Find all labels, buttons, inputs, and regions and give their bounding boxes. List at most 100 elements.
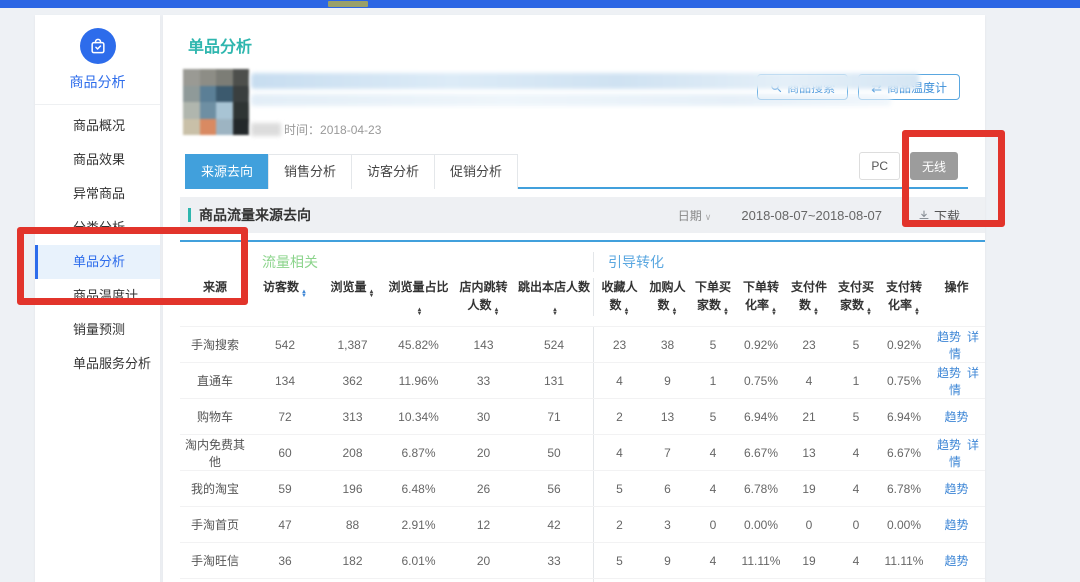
tab-1[interactable]: 销售分析	[268, 154, 351, 189]
cell-paid_items: 23	[786, 338, 832, 352]
cell-cart_adds: 13	[645, 410, 690, 424]
table-row: 手淘首页47882.91%12422300.00%000.00%趋势	[180, 506, 985, 542]
sort-arrows-icon[interactable]: ▲▼	[672, 308, 678, 316]
cell-paid_items: 21	[786, 410, 832, 424]
cell-paid_rate: 6.94%	[880, 410, 928, 424]
cell-views: 313	[320, 410, 385, 424]
cell-order_rate: 6.94%	[736, 410, 786, 424]
cell-views: 182	[320, 554, 385, 568]
column-header-order_buyers[interactable]: 下单买家数▲▼	[690, 278, 736, 316]
column-header-favorites[interactable]: 收藏人数▲▼	[593, 278, 645, 316]
cell-favorites: 23	[593, 327, 645, 362]
cell-paid_buyers: 4	[832, 446, 880, 460]
sidebar-item-0[interactable]: 商品概况	[35, 109, 160, 143]
tab-3[interactable]: 促销分析	[434, 154, 518, 189]
column-header-order_rate[interactable]: 下单转化率▲▼	[736, 278, 786, 316]
browser-tab-chip	[328, 1, 368, 7]
sidebar-item-2[interactable]: 异常商品	[35, 177, 160, 211]
action-link-趋势[interactable]: 趋势	[944, 410, 968, 424]
cell-order_rate: 11.11%	[736, 554, 786, 568]
sort-arrows-icon[interactable]: ▲▼	[866, 308, 872, 316]
date-label: 时间：	[284, 121, 320, 138]
sort-arrows-icon[interactable]: ▲▼	[914, 308, 920, 316]
column-header-cart_adds[interactable]: 加购人数▲▼	[645, 278, 690, 316]
column-header-views[interactable]: 浏览量▲▼	[320, 278, 385, 316]
cell-bounce: 131	[515, 374, 593, 388]
column-header-view_ratio[interactable]: 浏览量占比▲▼	[385, 278, 452, 316]
cell-bounce: 71	[515, 410, 593, 424]
blurred-date-label	[251, 123, 281, 136]
download-link[interactable]: 下载	[918, 206, 960, 225]
sidebar-item-5[interactable]: 商品温度计	[35, 279, 160, 313]
sidebar-item-7[interactable]: 单品服务分析	[35, 347, 160, 381]
action-link-趋势[interactable]: 趋势	[944, 518, 968, 532]
tab-0[interactable]: 来源去向	[185, 154, 268, 189]
sidebar-menu: 商品概况商品效果异常商品分类分析单品分析商品温度计销量预测单品服务分析	[35, 105, 160, 381]
cell-favorites: 4	[593, 435, 645, 470]
cell-favorites: 4	[593, 363, 645, 398]
action-link-趋势[interactable]: 趋势	[937, 438, 961, 452]
table-row: 手淘其他店铺商品24882.91%8232000.00%000.00%趋势详情	[180, 578, 985, 582]
cell-bounce: 524	[515, 338, 593, 352]
cell-order_rate: 0.92%	[736, 338, 786, 352]
cell-actions: 趋势	[928, 552, 985, 569]
cell-in_shop_jump: 26	[452, 482, 515, 496]
sidebar-item-3[interactable]: 分类分析	[35, 211, 160, 245]
sidebar-item-4[interactable]: 单品分析	[35, 245, 160, 279]
sidebar-item-1[interactable]: 商品效果	[35, 143, 160, 177]
date-value: 2018-04-23	[320, 123, 381, 137]
cell-order_rate: 6.67%	[736, 446, 786, 460]
sort-arrows-icon[interactable]: ▲▼	[723, 308, 729, 316]
sort-arrows-icon[interactable]: ▲▼	[624, 308, 630, 316]
page-title: 单品分析	[188, 33, 985, 57]
column-header-paid_items[interactable]: 支付件数▲▼	[786, 278, 832, 316]
cell-in_shop_jump: 12	[452, 518, 515, 532]
action-link-趋势[interactable]: 趋势	[937, 330, 961, 344]
cell-visitors: 47	[250, 518, 320, 532]
cell-order_rate: 0.75%	[736, 374, 786, 388]
column-header-actions: 操作	[928, 278, 985, 316]
product-meta: 时间： 2018-04-23	[251, 69, 919, 138]
browser-top-strip	[0, 0, 1080, 8]
traffic-source-table: 流量相关 引导转化 来源访客数▲▼浏览量▲▼浏览量占比▲▼店内跳转人数▲▼跳出本…	[180, 240, 985, 582]
date-filter-dropdown[interactable]: 日期∨	[678, 207, 712, 224]
cell-paid_items: 19	[786, 554, 832, 568]
sort-arrows-icon[interactable]: ▲▼	[813, 308, 819, 316]
column-header-source: 来源	[180, 278, 250, 316]
column-header-visitors[interactable]: 访客数▲▼	[250, 278, 320, 316]
chevron-down-icon: ∨	[705, 212, 712, 222]
cell-paid_buyers: 0	[832, 518, 880, 532]
table-row: 我的淘宝591966.48%26565646.78%1946.78%趋势	[180, 470, 985, 506]
table-header-row: 来源访客数▲▼浏览量▲▼浏览量占比▲▼店内跳转人数▲▼跳出本店人数▲▼收藏人数▲…	[180, 272, 985, 326]
sidebar-item-6[interactable]: 销量预测	[35, 313, 160, 347]
cell-paid_rate: 0.92%	[880, 338, 928, 352]
pc-toggle-button[interactable]: PC	[859, 152, 900, 180]
cell-actions: 趋势详情	[928, 436, 985, 470]
sort-arrows-icon[interactable]: ▲▼	[369, 290, 375, 298]
sort-arrows-icon[interactable]: ▲▼	[494, 308, 500, 316]
action-link-趋势[interactable]: 趋势	[944, 554, 968, 568]
column-header-paid_rate[interactable]: 支付转化率▲▼	[880, 278, 928, 316]
cell-paid_rate: 0.00%	[880, 518, 928, 532]
tab-2[interactable]: 访客分析	[351, 154, 434, 189]
cell-view_ratio: 11.96%	[385, 374, 452, 388]
sort-arrows-icon[interactable]: ▲▼	[552, 308, 558, 316]
column-header-paid_buyers[interactable]: 支付买家数▲▼	[832, 278, 880, 316]
action-link-趋势[interactable]: 趋势	[937, 366, 961, 380]
wireless-toggle-button[interactable]: 无线	[910, 152, 958, 180]
cell-order_buyers: 4	[690, 482, 736, 496]
cell-view_ratio: 6.01%	[385, 554, 452, 568]
cell-actions: 趋势详情	[928, 364, 985, 398]
cell-order_buyers: 4	[690, 554, 736, 568]
column-header-in_shop_jump[interactable]: 店内跳转人数▲▼	[452, 278, 515, 316]
download-icon	[918, 209, 930, 221]
action-link-趋势[interactable]: 趋势	[944, 482, 968, 496]
cell-paid_buyers: 5	[832, 410, 880, 424]
cell-source: 购物车	[180, 408, 250, 425]
sort-arrows-icon[interactable]: ▲▼	[417, 308, 423, 316]
sort-arrows-icon[interactable]: ▲▼	[771, 308, 777, 316]
cell-order_rate: 6.78%	[736, 482, 786, 496]
column-header-bounce[interactable]: 跳出本店人数▲▼	[515, 278, 593, 316]
cell-favorites: 2	[593, 507, 645, 542]
sort-arrows-icon[interactable]: ▲▼	[301, 290, 307, 298]
